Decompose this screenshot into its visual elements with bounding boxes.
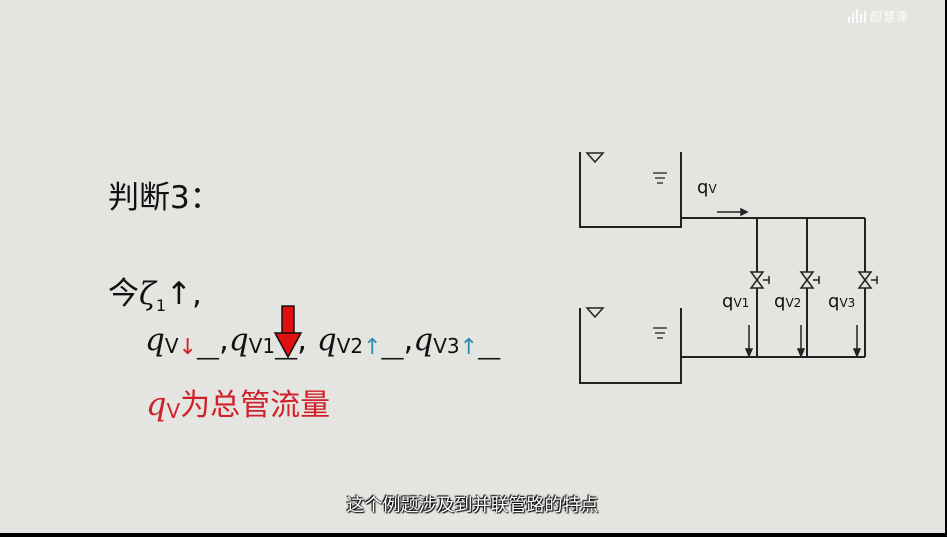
answer-qv: qV↓__,	[145, 322, 229, 360]
answer-blank: __	[478, 335, 501, 360]
answer-arrow: ↑	[459, 335, 479, 360]
answer-arrow: ↓	[178, 335, 197, 360]
valve-icon	[799, 271, 815, 289]
answer-line: qV↓__,qV1__, qV2↑__,qV3↑__	[145, 322, 500, 360]
q-symbol: q	[697, 177, 709, 198]
red-down-arrow-icon	[273, 305, 303, 359]
lower-tank	[579, 308, 682, 384]
answer-blank: __	[381, 335, 404, 360]
valve-icon	[857, 271, 873, 289]
q-symbol: q	[413, 322, 434, 358]
q-subscript: V2	[785, 296, 802, 310]
branch-3-flow-label: qV3	[828, 291, 855, 312]
q-subscript: V2	[336, 334, 364, 358]
upper-tank	[579, 152, 682, 228]
q-symbol: q	[228, 322, 249, 358]
branch-2-flow-label: qV2	[774, 291, 801, 312]
valve-icon	[749, 271, 765, 289]
subtitle-caption: 这个例题涉及到并联管路的特点	[346, 495, 599, 516]
q-symbol: q	[722, 291, 734, 312]
condition-prefix: 今	[108, 276, 139, 312]
q-symbol: q	[774, 291, 786, 312]
pipe-schematic	[579, 152, 878, 384]
branch-1-flow-label: qV1	[722, 291, 749, 312]
q-subscript: V3	[839, 296, 856, 310]
q-subscript: V1	[733, 296, 750, 310]
water-level-icon	[585, 307, 605, 319]
total-flow-note: qV为总管流量	[146, 380, 330, 424]
slide-canvas: 超慧课 判断3： 今ζ1↑, qV↓__,qV1__, qV2↑__,qV3↑_…	[0, 0, 945, 533]
watermark-text: 超慧课	[870, 9, 910, 24]
condition-suffix: ,	[191, 276, 202, 312]
separator: ,	[403, 322, 414, 358]
separator: ,	[218, 322, 229, 358]
q-subscript: V	[164, 334, 179, 358]
answer-qv3: qV3↑__	[413, 322, 501, 360]
watermark: 超慧课	[848, 7, 909, 25]
q-symbol: q	[146, 385, 167, 423]
slide-heading: 判断3：	[108, 180, 221, 216]
answer-blank: __	[196, 335, 219, 360]
zeta-symbol: ζ	[139, 276, 156, 312]
q-subscript: V	[708, 182, 717, 196]
condition-line: 今ζ1↑,	[108, 268, 202, 315]
q-subscript: V1	[248, 334, 276, 358]
q-subscript: V	[166, 399, 181, 423]
video-frame: 超慧课 判断3： 今ζ1↑, qV↓__,qV1__, qV2↑__,qV3↑_…	[0, 0, 947, 537]
water-level-icon	[585, 152, 605, 164]
q-symbol: q	[145, 322, 165, 358]
q-symbol: q	[828, 291, 840, 312]
sound-bars-icon	[848, 9, 866, 23]
zeta-subscript: 1	[155, 296, 166, 316]
answer-qv2: qV2↑__,	[316, 322, 414, 360]
parallel-pipe-diagram: qV qV1 qV2 qV3	[575, 145, 885, 399]
q-symbol: q	[316, 322, 337, 358]
q-subscript: V3	[433, 334, 460, 358]
main-flow-label: qV	[697, 177, 717, 198]
increase-arrow: ↑	[166, 276, 192, 312]
answer-arrow: ↑	[363, 335, 382, 360]
note-text: 为总管流量	[180, 388, 331, 423]
